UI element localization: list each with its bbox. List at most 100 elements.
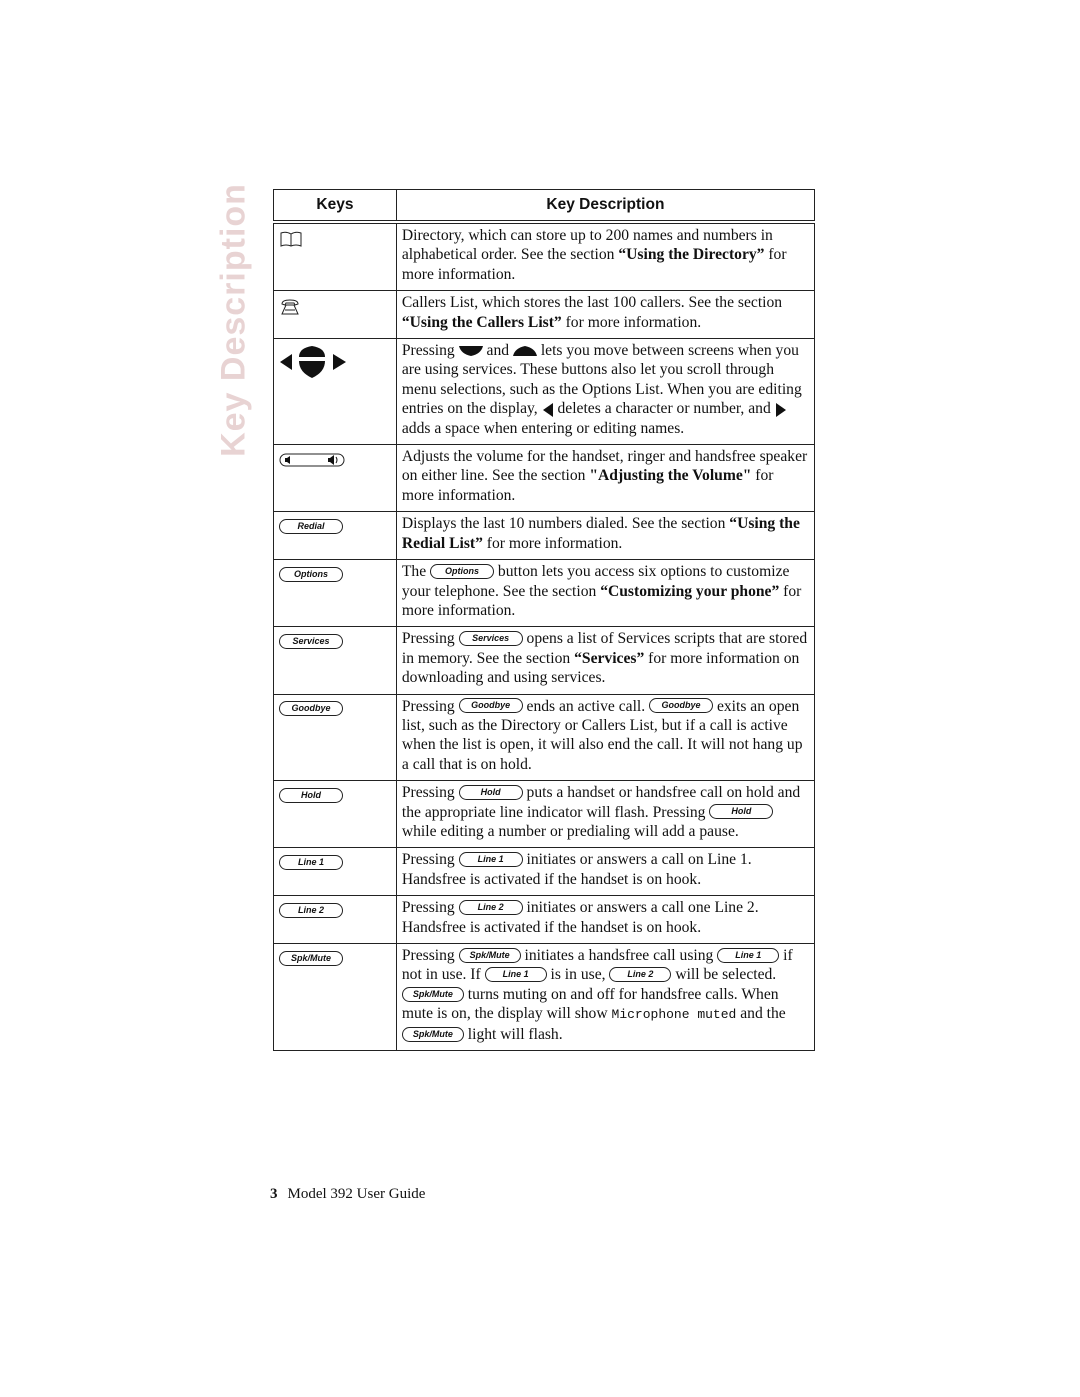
- page-number: 3: [270, 1186, 278, 1202]
- side-section-title: Key Description: [214, 183, 254, 457]
- table-row: Directory, which can store up to 200 nam…: [273, 221, 816, 292]
- description-cell: Pressing Goodbye ends an active call. Go…: [395, 693, 816, 782]
- description-text: while editing a number or predialing wil…: [401, 822, 739, 840]
- spk-mute-key: Spk/Mute: [279, 950, 343, 966]
- section-reference: “Using the Callers List”: [401, 313, 562, 331]
- table-header-row: Keys Key Description: [273, 189, 816, 224]
- line2-key-inline: Line 2: [609, 967, 672, 983]
- description-text: and: [482, 342, 513, 360]
- section-reference: “Customizing your phone”: [600, 582, 780, 600]
- description-text: is in use,: [546, 966, 610, 984]
- description-text: for more information.: [482, 534, 623, 552]
- redial-key: Redial: [279, 519, 343, 535]
- key-cell: [273, 338, 397, 446]
- description-text: light will flash.: [463, 1025, 563, 1043]
- key-cell: Line 2: [273, 895, 397, 944]
- spk-mute-key-inline: Spk/Mute: [401, 1026, 464, 1042]
- description-text: Pressing: [401, 342, 459, 360]
- description-cell: Pressing Line 2 initiates or answers a c…: [395, 895, 816, 944]
- line1-key-inline: Line 1: [484, 967, 547, 983]
- key-description-table: Keys Key Description Directory, which ca…: [273, 189, 816, 1052]
- line1-key: Line 1: [279, 855, 343, 871]
- section-reference: "Adjusting the Volume": [589, 467, 752, 485]
- description-cell: Directory, which can store up to 200 nam…: [395, 221, 816, 292]
- options-key-inline: Options: [430, 564, 495, 580]
- description-text: Pressing: [401, 899, 459, 917]
- up-arrow-icon: [512, 346, 537, 357]
- description-cell: Adjusts the volume for the handset, ring…: [395, 444, 816, 513]
- table-row: Services Pressing Services opens a list …: [273, 626, 816, 695]
- navigation-arrows-icon: [280, 346, 346, 379]
- description-text: ends an active call.: [522, 697, 650, 715]
- description-text: Pressing: [401, 947, 459, 964]
- description-text: deletes a character or number, and: [553, 400, 775, 418]
- key-cell: Options: [273, 559, 397, 628]
- description-text: Pressing: [401, 630, 459, 648]
- directory-book-icon: [280, 232, 302, 248]
- volume-control-icon: [279, 453, 345, 467]
- spk-mute-key-inline: Spk/Mute: [401, 986, 464, 1002]
- description-cell: Pressing Hold puts a handset or handsfre…: [395, 780, 816, 849]
- description-cell: Callers List, which stores the last 100 …: [395, 290, 816, 340]
- description-text: Pressing: [401, 851, 459, 869]
- services-key-inline: Services: [458, 631, 523, 647]
- table-row: Pressing and lets you move between scree…: [273, 338, 816, 446]
- description-text: adds a space when entering or editing na…: [401, 419, 685, 437]
- key-cell: Redial: [273, 511, 397, 561]
- key-cell: Hold: [273, 780, 397, 849]
- spk-mute-key-inline: Spk/Mute: [458, 947, 521, 963]
- table-row: Goodbye Pressing Goodbye ends an active …: [273, 693, 816, 782]
- key-cell: Line 1: [273, 847, 397, 897]
- page-footer: 3 Model 392 User Guide: [270, 1186, 425, 1203]
- services-key: Services: [279, 634, 343, 650]
- table-row: Line 1 Pressing Line 1 initiates or answ…: [273, 847, 816, 897]
- key-cell: [273, 444, 397, 513]
- callers-list-phone-icon: [281, 299, 299, 315]
- down-arrow-icon: [458, 346, 483, 357]
- goodbye-key-inline: Goodbye: [458, 698, 523, 714]
- goodbye-key-inline: Goodbye: [649, 698, 714, 714]
- document-title: Model 392 User Guide: [287, 1186, 426, 1202]
- line1-key-inline: Line 1: [458, 852, 523, 868]
- section-reference: “Using the Directory”: [618, 246, 765, 264]
- line2-key: Line 2: [279, 903, 343, 919]
- section-reference: “Services”: [574, 649, 645, 667]
- description-text: for more information.: [561, 313, 702, 331]
- key-cell: Services: [273, 626, 397, 695]
- key-cell: [273, 290, 397, 340]
- description-text: initiates a handsfree call using: [520, 947, 718, 964]
- description-cell: Pressing and lets you move between scree…: [395, 338, 816, 446]
- description-cell: The Options button lets you access six o…: [395, 559, 816, 628]
- left-arrow-icon: [542, 402, 553, 417]
- description-text: Pressing: [401, 784, 459, 802]
- description-cell: Pressing Services opens a list of Servic…: [395, 626, 816, 695]
- line1-key-inline: Line 1: [717, 947, 780, 963]
- key-cell: [273, 221, 397, 292]
- table-row: Spk/Mute Pressing Spk/Mute initiates a h…: [273, 942, 816, 1052]
- description-text: Callers List, which stores the last 100 …: [401, 294, 783, 312]
- description-text: and the: [736, 1005, 786, 1023]
- table-row: Callers List, which stores the last 100 …: [273, 290, 816, 340]
- description-text: Key Description: [214, 183, 253, 457]
- description-text: The: [401, 563, 431, 581]
- table-row: Hold Pressing Hold puts a handset or han…: [273, 780, 816, 849]
- key-cell: Spk/Mute: [273, 942, 397, 1052]
- description-text: Displays the last 10 numbers dialed. See…: [401, 515, 730, 533]
- goodbye-key: Goodbye: [279, 701, 343, 717]
- table-row: Line 2 Pressing Line 2 initiates or answ…: [273, 895, 816, 944]
- table-row: Options The Options button lets you acce…: [273, 559, 816, 628]
- header-key-description: Key Description: [395, 189, 816, 224]
- description-cell: Pressing Line 1 initiates or answers a c…: [395, 847, 816, 897]
- table-row: Adjusts the volume for the handset, ring…: [273, 444, 816, 513]
- description-text: will be selected.: [671, 966, 777, 984]
- display-text: Microphone muted: [611, 1007, 737, 1023]
- hold-key-inline: Hold: [458, 785, 523, 801]
- description-text: Pressing: [401, 697, 459, 715]
- header-keys: Keys: [273, 189, 397, 224]
- description-cell: Pressing Spk/Mute initiates a handsfree …: [395, 942, 816, 1052]
- hold-key-inline: Hold: [709, 804, 774, 820]
- options-key: Options: [279, 566, 343, 582]
- description-cell: Displays the last 10 numbers dialed. See…: [395, 511, 816, 561]
- table-row: Redial Displays the last 10 numbers dial…: [273, 511, 816, 561]
- key-cell: Goodbye: [273, 693, 397, 782]
